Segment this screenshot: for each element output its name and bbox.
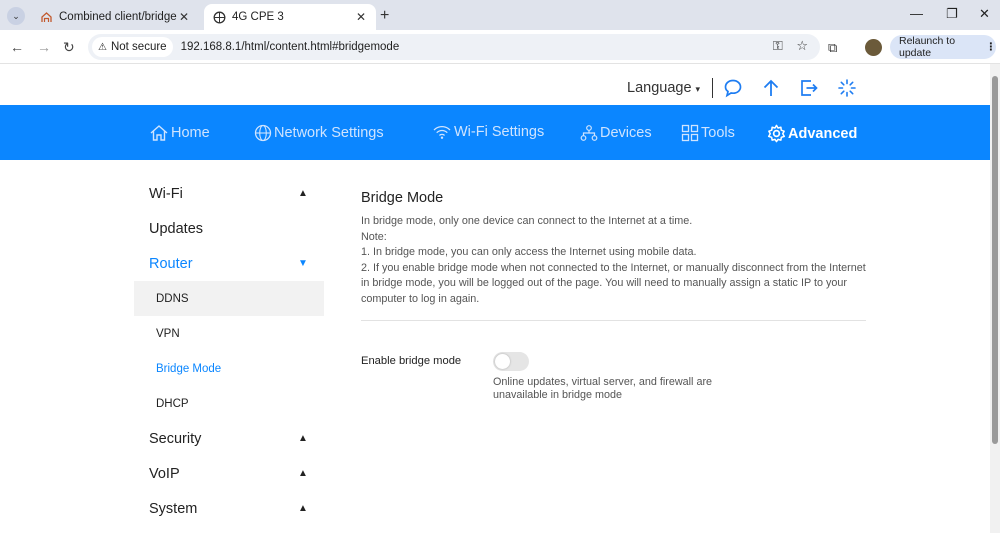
browser-tab-active[interactable]: 4G CPE 3 ✕ [204, 4, 376, 30]
close-icon[interactable]: ✕ [354, 10, 368, 24]
note-item-2: 2. If you enable bridge mode when not co… [361, 261, 866, 305]
sidebar-subitem-label: DHCP [156, 397, 189, 410]
gear-icon [767, 124, 786, 143]
logout-icon[interactable] [799, 78, 819, 98]
router-page: Language ▾ Home Network Settings Wi-Fi Se… [0, 64, 990, 533]
divider [712, 78, 713, 98]
bridge-mode-hint: Online updates, virtual server, and fire… [493, 376, 713, 401]
sidebar-item-label: System [149, 500, 198, 517]
sidebar-item-security[interactable]: Security ▲ [134, 421, 324, 456]
nav-wifi-label: Wi-Fi Settings [454, 124, 545, 140]
sidebar-item-label: Security [149, 430, 202, 447]
sidebar-subitem-label: DDNS [156, 292, 189, 305]
nav-network-settings[interactable]: Network Settings [254, 124, 384, 142]
sidebar-item-label: VoIP [149, 465, 180, 482]
browser-tabstrip: ⌄ Combined client/bridge or brid ✕ 4G CP… [0, 0, 1000, 30]
globe-favicon-icon [212, 10, 226, 24]
nav-tools-label: Tools [701, 125, 735, 141]
caret-up-icon: ▲ [298, 468, 308, 479]
tab-title: 4G CPE 3 [232, 11, 284, 23]
sidebar-item-label: Wi-Fi [149, 185, 183, 202]
bridge-mode-panel: Bridge Mode In bridge mode, only one dev… [361, 190, 866, 308]
sidebar-item-wifi[interactable]: Wi-Fi ▲ [134, 176, 324, 211]
caret-up-icon: ▲ [298, 433, 308, 444]
language-dropdown[interactable]: Language ▾ [627, 80, 700, 96]
sidebar-subitem-label: VPN [156, 327, 180, 340]
browser-toolbar: ← → ↻ ⚠ Not secure 192.168.8.1/html/cont… [0, 30, 1000, 64]
caret-up-icon: ▲ [298, 188, 308, 199]
upload-arrow-icon[interactable] [761, 78, 781, 98]
sidebar-item-label: Updates [149, 220, 204, 237]
forward-icon[interactable]: → [37, 39, 51, 55]
note-label: Note: [361, 230, 387, 243]
nav-home-label: Home [171, 125, 210, 141]
router-topbar: Language ▾ [0, 64, 990, 104]
password-key-icon[interactable]: ⚿ [773, 38, 783, 53]
sidebar-item-label: Router [149, 255, 193, 272]
sidebar: Wi-Fi ▲ Updates Router ▼ DDNS VPN Bridge… [134, 176, 324, 526]
description-line: In bridge mode, only one device can conn… [361, 215, 693, 227]
bookmark-star-icon[interactable]: ☆ [796, 38, 808, 53]
nav-devices[interactable]: Devices [580, 124, 652, 142]
nav-advanced[interactable]: Advanced [767, 124, 857, 143]
language-label: Language [627, 80, 692, 96]
close-icon[interactable]: ✕ [177, 10, 191, 24]
nav-devices-label: Devices [600, 125, 652, 141]
message-icon[interactable] [723, 78, 743, 98]
nav-wifi-settings[interactable]: Wi-Fi Settings [432, 124, 544, 140]
caret-down-icon: ▼ [298, 258, 308, 269]
restore-icon[interactable]: ❐ [946, 6, 958, 22]
sidebar-item-updates[interactable]: Updates [134, 211, 324, 246]
scrollbar-thumb[interactable] [992, 76, 998, 444]
enable-bridge-mode-label: Enable bridge mode [361, 355, 462, 367]
browser-tab[interactable]: Combined client/bridge or brid ✕ [31, 4, 199, 30]
minimize-icon[interactable]: — [910, 6, 923, 21]
sidebar-subitem-label: Bridge Mode [156, 362, 222, 375]
sidebar-subitem-dhcp[interactable]: DHCP [134, 386, 324, 421]
main-nav: Home Network Settings Wi-Fi Settings Dev… [0, 105, 990, 160]
window-close-icon[interactable]: ✕ [979, 6, 990, 22]
address-bar[interactable]: ⚠ Not secure 192.168.8.1/html/content.ht… [88, 34, 820, 60]
profile-avatar[interactable] [865, 39, 882, 56]
devices-icon [580, 125, 598, 141]
nav-advanced-label: Advanced [788, 125, 858, 142]
tab-title: Combined client/bridge or brid [59, 11, 177, 23]
sidebar-subitem-bridge-mode[interactable]: Bridge Mode [134, 351, 324, 386]
omnibox-icons: ⚿ ☆ [773, 38, 808, 54]
extensions-icon[interactable]: ⧉ [828, 40, 837, 56]
globe-icon [254, 124, 272, 142]
more-menu-icon[interactable]: ⋮ [986, 41, 997, 53]
nav-home[interactable]: Home [149, 124, 210, 142]
section-divider [361, 320, 866, 321]
caret-up-icon: ▲ [298, 503, 308, 514]
new-tab-icon[interactable]: + [380, 7, 389, 25]
enable-bridge-mode-toggle[interactable] [493, 352, 529, 371]
toggle-knob [495, 354, 510, 369]
router-favicon-icon [39, 10, 53, 24]
sidebar-item-system[interactable]: System ▲ [134, 491, 324, 526]
warning-icon: ⚠ [98, 41, 107, 53]
caret-down-icon: ▾ [695, 84, 701, 94]
tools-icon [681, 124, 699, 142]
sidebar-subitem-ddns[interactable]: DDNS [134, 281, 324, 316]
sidebar-subitem-vpn[interactable]: VPN [134, 316, 324, 351]
sidebar-item-router[interactable]: Router ▼ [134, 246, 324, 281]
relaunch-button[interactable]: Relaunch to update ⋮ [890, 35, 996, 59]
tab-search-button[interactable]: ⌄ [7, 7, 25, 25]
not-secure-label: Not secure [110, 41, 167, 53]
note-item-1: 1. In bridge mode, you can only access t… [361, 246, 697, 259]
home-icon [150, 125, 168, 141]
nav-network-label: Network Settings [274, 125, 384, 141]
back-icon[interactable]: ← [10, 39, 24, 55]
page-scrollbar[interactable] [990, 64, 1000, 533]
reload-icon[interactable]: ↻ [63, 39, 75, 56]
relaunch-label: Relaunch to update [899, 35, 956, 59]
loading-spinner-icon [837, 78, 857, 98]
wifi-icon [433, 125, 451, 139]
not-secure-chip[interactable]: ⚠ Not secure [92, 37, 173, 57]
url-text[interactable]: 192.168.8.1/html/content.html#bridgemode [181, 41, 400, 53]
sidebar-item-voip[interactable]: VoIP ▲ [134, 456, 324, 491]
page-title: Bridge Mode [361, 190, 444, 206]
nav-tools[interactable]: Tools [681, 124, 735, 142]
